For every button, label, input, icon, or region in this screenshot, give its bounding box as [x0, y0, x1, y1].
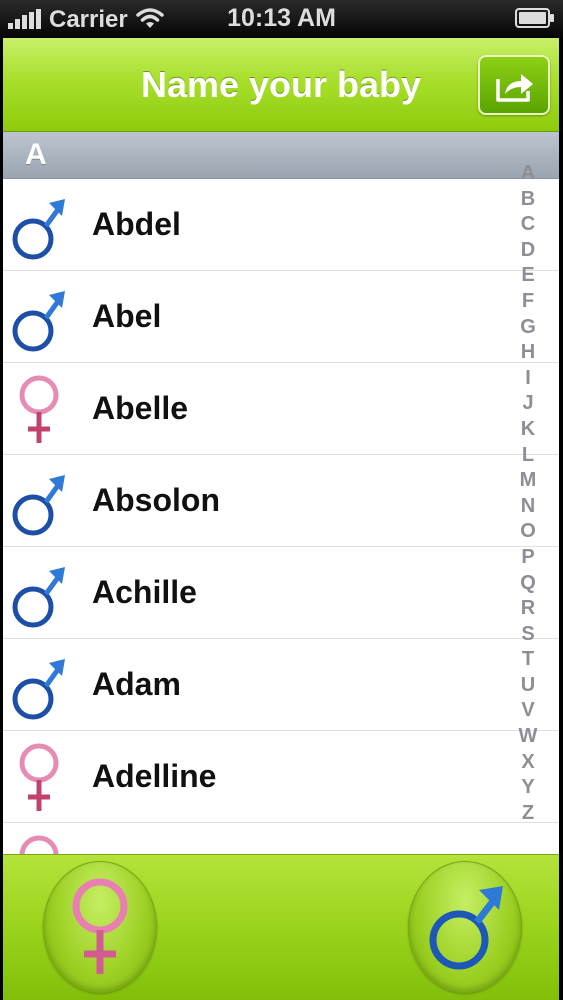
male-symbol-icon	[12, 475, 65, 536]
list-item[interactable]: Adelline	[3, 731, 559, 823]
male-symbol-icon	[12, 567, 65, 628]
list-item[interactable]: Absolon	[3, 455, 559, 547]
female-symbol-icon	[72, 878, 128, 974]
list-item[interactable]: Abelle	[3, 363, 559, 455]
navigation-bar: Name your baby	[3, 38, 559, 132]
index-letter[interactable]: Q	[510, 571, 546, 597]
list-item[interactable]: Achille	[3, 547, 559, 639]
index-letter[interactable]: G	[510, 315, 546, 341]
index-letter[interactable]: K	[510, 417, 546, 443]
battery-icon	[515, 8, 554, 28]
list-item[interactable]: Adam	[3, 639, 559, 731]
list-item[interactable]: Abdel	[3, 179, 559, 271]
index-letter[interactable]: V	[510, 698, 546, 724]
index-letter[interactable]: N	[510, 494, 546, 520]
index-letter[interactable]: I	[510, 366, 546, 392]
male-filter-button[interactable]	[408, 861, 522, 993]
female-symbol-icon	[19, 743, 59, 811]
index-letter[interactable]: H	[510, 340, 546, 366]
index-letter[interactable]: L	[510, 443, 546, 469]
section-header: A	[3, 132, 559, 179]
index-letter[interactable]: W	[510, 724, 546, 750]
index-letter[interactable]: B	[510, 187, 546, 213]
index-letter[interactable]: Y	[510, 775, 546, 801]
index-letter[interactable]: C	[510, 212, 546, 238]
gender-filter-bar	[3, 854, 559, 1000]
status-bar: Carrier 10:13 AM	[0, 0, 563, 38]
index-letter[interactable]: S	[510, 622, 546, 648]
index-letter[interactable]: A	[510, 161, 546, 187]
list-item-name: Abdel	[92, 206, 181, 242]
list-item-name: Adelline	[92, 758, 217, 794]
share-button[interactable]	[478, 55, 550, 115]
index-letter[interactable]: P	[510, 545, 546, 571]
female-symbol-icon	[19, 835, 59, 854]
list-item[interactable]: Abel	[3, 271, 559, 363]
index-letter[interactable]: F	[510, 289, 546, 315]
index-letter[interactable]: E	[510, 263, 546, 289]
list-item-name: Abelle	[92, 390, 189, 426]
male-symbol-icon	[12, 291, 65, 352]
list-item-name: Absolon	[92, 482, 220, 518]
male-symbol-icon	[429, 886, 503, 970]
list-item-name: Abel	[92, 298, 162, 334]
index-letter[interactable]: D	[510, 238, 546, 264]
index-letter[interactable]: Z	[510, 801, 546, 827]
section-header-letter: A	[25, 138, 47, 171]
status-time: 10:13 AM	[227, 4, 336, 32]
phone-screen: Carrier 10:13 AM Name your baby A Abdel A…	[0, 0, 563, 1000]
list-item-name: Adam	[92, 666, 181, 702]
index-letter[interactable]: U	[510, 673, 546, 699]
male-symbol-icon	[12, 199, 65, 260]
index-letter[interactable]: J	[510, 391, 546, 417]
index-letter[interactable]: R	[510, 596, 546, 622]
list-item-name: Achille	[92, 574, 197, 610]
list-item[interactable]	[3, 823, 559, 854]
share-icon	[496, 74, 533, 102]
index-letter[interactable]: M	[510, 468, 546, 494]
index-letter[interactable]: O	[510, 519, 546, 545]
female-filter-button[interactable]	[43, 861, 157, 993]
female-symbol-icon	[19, 375, 59, 443]
index-letter[interactable]: T	[510, 647, 546, 673]
page-title: Name your baby	[140, 64, 422, 105]
male-symbol-icon	[12, 659, 65, 720]
index-letter[interactable]: X	[510, 750, 546, 776]
names-list[interactable]: A Abdel Abel Abelle Absolon Achille Adam Adell…	[3, 132, 559, 854]
alphabet-index[interactable]: ABCDEFGHIJKLMNOPQRSTUVWXYZ	[510, 161, 546, 826]
